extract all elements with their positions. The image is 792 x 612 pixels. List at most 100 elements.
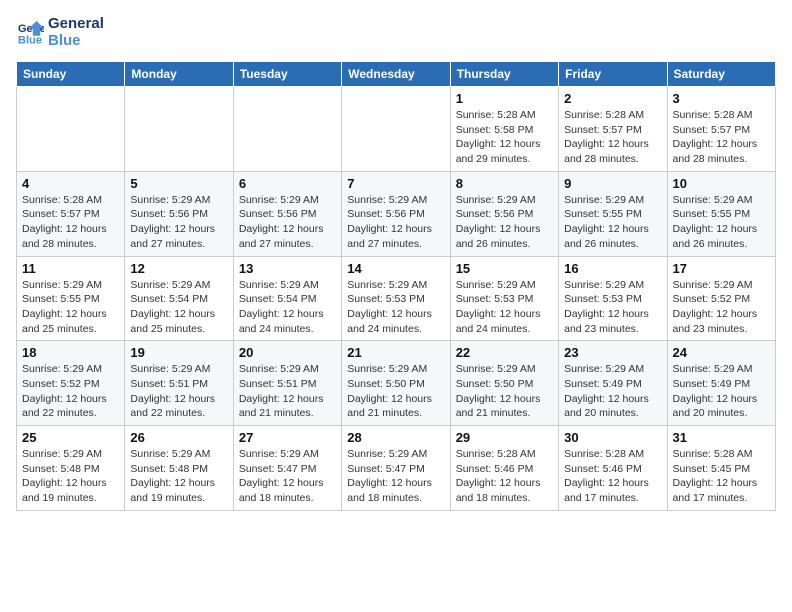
day-number: 5 <box>130 176 227 191</box>
day-number: 15 <box>456 261 553 276</box>
day-cell-16: 16 Sunrise: 5:29 AMSunset: 5:53 PMDayligh… <box>559 256 667 341</box>
day-number: 21 <box>347 345 444 360</box>
day-cell-13: 13 Sunrise: 5:29 AMSunset: 5:54 PMDayligh… <box>233 256 341 341</box>
day-number: 29 <box>456 430 553 445</box>
day-info: Sunrise: 5:29 AMSunset: 5:54 PMDaylight:… <box>130 278 227 337</box>
day-cell-29: 29 Sunrise: 5:28 AMSunset: 5:46 PMDayligh… <box>450 426 558 511</box>
day-number: 10 <box>673 176 770 191</box>
day-cell-6: 6Sunrise: 5:29 AMSunset: 5:56 PMDaylight… <box>233 171 341 256</box>
day-cell-3: 3 Sunrise: 5:28 AMSunset: 5:57 PMDaylight… <box>667 87 775 172</box>
day-cell-19: 19 Sunrise: 5:29 AMSunset: 5:51 PMDayligh… <box>125 341 233 426</box>
day-info: Sunrise: 5:29 AMSunset: 5:53 PMDaylight:… <box>456 278 553 337</box>
day-cell-14: 14 Sunrise: 5:29 AMSunset: 5:53 PMDayligh… <box>342 256 450 341</box>
day-info: Sunrise: 5:29 AMSunset: 5:47 PMDaylight:… <box>347 447 444 506</box>
day-cell-9: 9 Sunrise: 5:29 AMSunset: 5:55 PMDaylight… <box>559 171 667 256</box>
empty-cell <box>233 87 341 172</box>
week-row-3: 11 Sunrise: 5:29 AMSunset: 5:55 PMDayligh… <box>17 256 776 341</box>
day-info: Sunrise: 5:29 AMSunset: 5:50 PMDaylight:… <box>456 362 553 421</box>
page-header: General Blue General Blue <box>16 16 776 53</box>
weekday-header-tuesday: Tuesday <box>233 62 341 87</box>
day-cell-24: 24 Sunrise: 5:29 AMSunset: 5:49 PMDayligh… <box>667 341 775 426</box>
day-number: 27 <box>239 430 336 445</box>
week-row-1: 1Sunrise: 5:28 AMSunset: 5:58 PMDaylight… <box>17 87 776 172</box>
day-cell-23: 23Sunrise: 5:29 AMSunset: 5:49 PMDayligh… <box>559 341 667 426</box>
logo-icon: General Blue <box>16 19 44 47</box>
weekday-header-row: SundayMondayTuesdayWednesdayThursdayFrid… <box>17 62 776 87</box>
day-info: Sunrise: 5:29 AMSunset: 5:48 PMDaylight:… <box>22 447 119 506</box>
day-info: Sunrise: 5:29 AMSunset: 5:56 PMDaylight:… <box>239 193 336 252</box>
day-info: Sunrise: 5:28 AMSunset: 5:46 PMDaylight:… <box>564 447 661 506</box>
weekday-header-wednesday: Wednesday <box>342 62 450 87</box>
day-info: Sunrise: 5:29 AMSunset: 5:53 PMDaylight:… <box>347 278 444 337</box>
weekday-header-sunday: Sunday <box>17 62 125 87</box>
logo-general: General <box>48 16 104 33</box>
empty-cell <box>125 87 233 172</box>
day-number: 7 <box>347 176 444 191</box>
day-info: Sunrise: 5:29 AMSunset: 5:51 PMDaylight:… <box>239 362 336 421</box>
day-cell-22: 22Sunrise: 5:29 AMSunset: 5:50 PMDayligh… <box>450 341 558 426</box>
day-cell-5: 5 Sunrise: 5:29 AMSunset: 5:56 PMDaylight… <box>125 171 233 256</box>
day-info: Sunrise: 5:29 AMSunset: 5:54 PMDaylight:… <box>239 278 336 337</box>
day-info: Sunrise: 5:29 AMSunset: 5:49 PMDaylight:… <box>673 362 770 421</box>
week-row-5: 25 Sunrise: 5:29 AMSunset: 5:48 PMDayligh… <box>17 426 776 511</box>
day-cell-21: 21 Sunrise: 5:29 AMSunset: 5:50 PMDayligh… <box>342 341 450 426</box>
day-cell-30: 30 Sunrise: 5:28 AMSunset: 5:46 PMDayligh… <box>559 426 667 511</box>
logo-blue: Blue <box>48 33 104 50</box>
day-number: 19 <box>130 345 227 360</box>
day-number: 14 <box>347 261 444 276</box>
day-number: 11 <box>22 261 119 276</box>
empty-cell <box>17 87 125 172</box>
day-info: Sunrise: 5:29 AMSunset: 5:50 PMDaylight:… <box>347 362 444 421</box>
day-number: 18 <box>22 345 119 360</box>
day-number: 31 <box>673 430 770 445</box>
day-cell-8: 8 Sunrise: 5:29 AMSunset: 5:56 PMDaylight… <box>450 171 558 256</box>
day-number: 13 <box>239 261 336 276</box>
day-cell-18: 18 Sunrise: 5:29 AMSunset: 5:52 PMDayligh… <box>17 341 125 426</box>
day-cell-11: 11 Sunrise: 5:29 AMSunset: 5:55 PMDayligh… <box>17 256 125 341</box>
day-cell-31: 31 Sunrise: 5:28 AMSunset: 5:45 PMDayligh… <box>667 426 775 511</box>
day-info: Sunrise: 5:29 AMSunset: 5:53 PMDaylight:… <box>564 278 661 337</box>
day-number: 20 <box>239 345 336 360</box>
day-number: 30 <box>564 430 661 445</box>
weekday-header-friday: Friday <box>559 62 667 87</box>
day-number: 12 <box>130 261 227 276</box>
day-cell-20: 20 Sunrise: 5:29 AMSunset: 5:51 PMDayligh… <box>233 341 341 426</box>
day-cell-25: 25 Sunrise: 5:29 AMSunset: 5:48 PMDayligh… <box>17 426 125 511</box>
day-info: Sunrise: 5:29 AMSunset: 5:56 PMDaylight:… <box>347 193 444 252</box>
day-info: Sunrise: 5:28 AMSunset: 5:57 PMDaylight:… <box>22 193 119 252</box>
day-info: Sunrise: 5:29 AMSunset: 5:56 PMDaylight:… <box>456 193 553 252</box>
day-info: Sunrise: 5:28 AMSunset: 5:58 PMDaylight:… <box>456 108 553 167</box>
day-cell-27: 27Sunrise: 5:29 AMSunset: 5:47 PMDayligh… <box>233 426 341 511</box>
day-info: Sunrise: 5:29 AMSunset: 5:52 PMDaylight:… <box>22 362 119 421</box>
day-number: 28 <box>347 430 444 445</box>
day-info: Sunrise: 5:29 AMSunset: 5:55 PMDaylight:… <box>22 278 119 337</box>
day-info: Sunrise: 5:29 AMSunset: 5:55 PMDaylight:… <box>564 193 661 252</box>
day-cell-10: 10Sunrise: 5:29 AMSunset: 5:55 PMDayligh… <box>667 171 775 256</box>
day-cell-28: 28 Sunrise: 5:29 AMSunset: 5:47 PMDayligh… <box>342 426 450 511</box>
empty-cell <box>342 87 450 172</box>
day-number: 24 <box>673 345 770 360</box>
day-info: Sunrise: 5:28 AMSunset: 5:46 PMDaylight:… <box>456 447 553 506</box>
day-info: Sunrise: 5:29 AMSunset: 5:49 PMDaylight:… <box>564 362 661 421</box>
day-info: Sunrise: 5:29 AMSunset: 5:52 PMDaylight:… <box>673 278 770 337</box>
day-number: 8 <box>456 176 553 191</box>
day-number: 25 <box>22 430 119 445</box>
day-cell-26: 26Sunrise: 5:29 AMSunset: 5:48 PMDayligh… <box>125 426 233 511</box>
day-cell-7: 7 Sunrise: 5:29 AMSunset: 5:56 PMDaylight… <box>342 171 450 256</box>
day-number: 3 <box>673 91 770 106</box>
svg-text:Blue: Blue <box>18 34 42 46</box>
day-number: 4 <box>22 176 119 191</box>
day-number: 2 <box>564 91 661 106</box>
logo: General Blue General Blue <box>16 16 104 49</box>
day-info: Sunrise: 5:28 AMSunset: 5:45 PMDaylight:… <box>673 447 770 506</box>
week-row-4: 18 Sunrise: 5:29 AMSunset: 5:52 PMDayligh… <box>17 341 776 426</box>
week-row-2: 4 Sunrise: 5:28 AMSunset: 5:57 PMDaylight… <box>17 171 776 256</box>
day-number: 9 <box>564 176 661 191</box>
weekday-header-monday: Monday <box>125 62 233 87</box>
day-info: Sunrise: 5:29 AMSunset: 5:51 PMDaylight:… <box>130 362 227 421</box>
day-number: 16 <box>564 261 661 276</box>
day-info: Sunrise: 5:29 AMSunset: 5:56 PMDaylight:… <box>130 193 227 252</box>
day-number: 17 <box>673 261 770 276</box>
day-info: Sunrise: 5:28 AMSunset: 5:57 PMDaylight:… <box>673 108 770 167</box>
day-info: Sunrise: 5:28 AMSunset: 5:57 PMDaylight:… <box>564 108 661 167</box>
